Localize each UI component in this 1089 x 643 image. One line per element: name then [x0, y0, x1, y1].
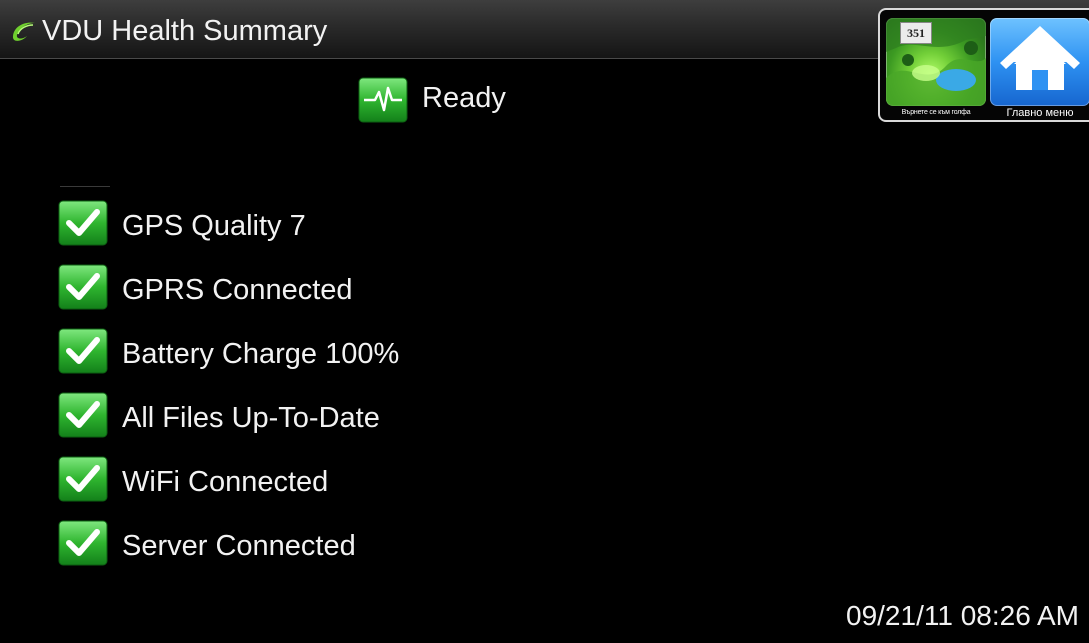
checkmark-icon	[58, 456, 108, 502]
timestamp: 09/21/11 08:26 AM	[846, 600, 1079, 631]
health-check-item: WiFi Connected	[58, 456, 478, 520]
return-to-golf-button[interactable]: 351 Върнете се към голфа	[886, 18, 986, 120]
health-check-item: GPRS Connected	[58, 264, 478, 328]
health-check-label: GPRS Connected	[122, 274, 353, 306]
page-title: VDU Health Summary	[42, 15, 328, 47]
health-check-item: Server Connected	[58, 520, 478, 584]
divider	[60, 186, 110, 187]
health-check-item: GPS Quality 7	[58, 200, 478, 264]
nav-panel: 351 Върнете се към голфа Главно меню	[878, 8, 1089, 122]
status-label: Ready	[422, 82, 506, 114]
vdu-screen: VDU Health Summary 351 Върнете се към го…	[0, 0, 1089, 643]
health-check-list: GPS Quality 7 GPRS Connected Battery Cha…	[58, 200, 478, 584]
home-icon	[1000, 26, 1080, 90]
health-check-label: WiFi Connected	[122, 466, 329, 498]
golf-course-thumbnail-icon: 351	[886, 18, 986, 106]
swoosh-logo-icon	[12, 22, 35, 41]
checkmark-icon	[58, 264, 108, 310]
health-check-label: Server Connected	[122, 530, 356, 562]
checkmark-icon	[58, 328, 108, 374]
home-tile	[990, 18, 1089, 106]
health-check-label: GPS Quality 7	[122, 210, 306, 242]
health-check-label: All Files Up-To-Date	[122, 402, 380, 434]
checkmark-icon	[58, 520, 108, 566]
health-check-item: All Files Up-To-Date	[58, 392, 478, 456]
health-check-label: Battery Charge 100%	[122, 338, 400, 370]
heartbeat-icon	[358, 77, 408, 123]
hole-number-badge: 351	[900, 22, 932, 44]
return-to-golf-label: Върнете се към голфа	[901, 109, 971, 116]
health-check-item: Battery Charge 100%	[58, 328, 478, 392]
main-menu-label: Главно меню	[1006, 107, 1074, 119]
main-menu-button[interactable]: Главно меню	[990, 18, 1089, 120]
checkmark-icon	[58, 200, 108, 246]
checkmark-icon	[58, 392, 108, 438]
